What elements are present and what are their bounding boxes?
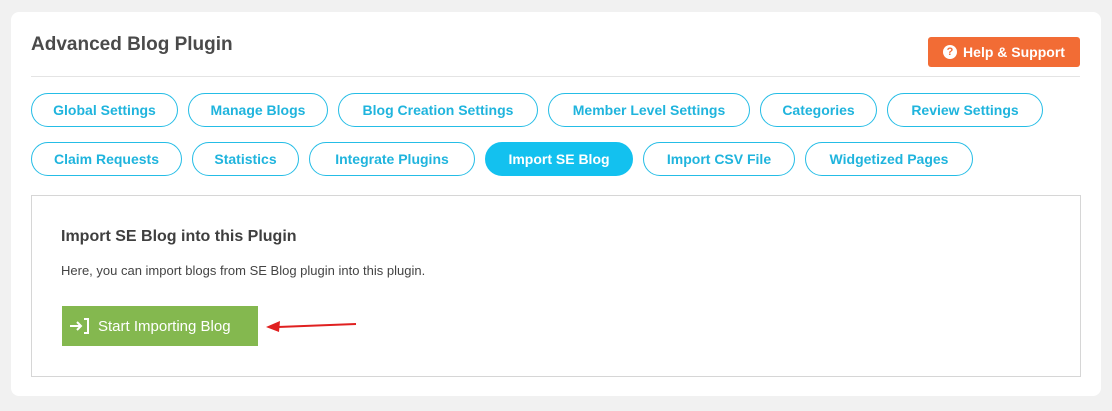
start-importing-blog-button[interactable]: Start Importing Blog	[62, 306, 258, 346]
header-divider	[31, 76, 1080, 77]
tab-member-level-settings[interactable]: Member Level Settings	[548, 93, 750, 127]
tabs-row-2: Claim Requests Statistics Integrate Plug…	[31, 142, 973, 176]
tab-statistics[interactable]: Statistics	[192, 142, 299, 176]
import-panel: Import SE Blog into this Plugin Here, yo…	[31, 195, 1081, 377]
tab-claim-requests[interactable]: Claim Requests	[31, 142, 182, 176]
tabs-row-1: Global Settings Manage Blogs Blog Creati…	[31, 93, 1043, 127]
tab-categories[interactable]: Categories	[760, 93, 877, 127]
red-arrow-annotation	[266, 321, 357, 332]
start-importing-blog-label: Start Importing Blog	[98, 317, 231, 335]
help-support-button[interactable]: ? Help & Support	[928, 37, 1080, 67]
page-title: Advanced Blog Plugin	[31, 34, 233, 55]
panel-description: Here, you can import blogs from SE Blog …	[61, 263, 426, 278]
tab-review-settings[interactable]: Review Settings	[887, 93, 1043, 127]
settings-card: Advanced Blog Plugin ? Help & Support Gl…	[11, 12, 1101, 396]
tab-integrate-plugins[interactable]: Integrate Plugins	[309, 142, 475, 176]
tab-manage-blogs[interactable]: Manage Blogs	[188, 93, 328, 127]
tab-widgetized-pages[interactable]: Widgetized Pages	[805, 142, 973, 176]
help-support-label: Help & Support	[963, 44, 1065, 60]
tab-global-settings[interactable]: Global Settings	[31, 93, 178, 127]
tab-blog-creation-settings[interactable]: Blog Creation Settings	[338, 93, 538, 127]
tab-import-se-blog[interactable]: Import SE Blog	[485, 142, 633, 176]
tab-import-csv-file[interactable]: Import CSV File	[643, 142, 795, 176]
question-circle-icon: ?	[943, 45, 958, 59]
panel-heading: Import SE Blog into this Plugin	[61, 228, 297, 245]
sign-in-icon	[68, 317, 90, 335]
